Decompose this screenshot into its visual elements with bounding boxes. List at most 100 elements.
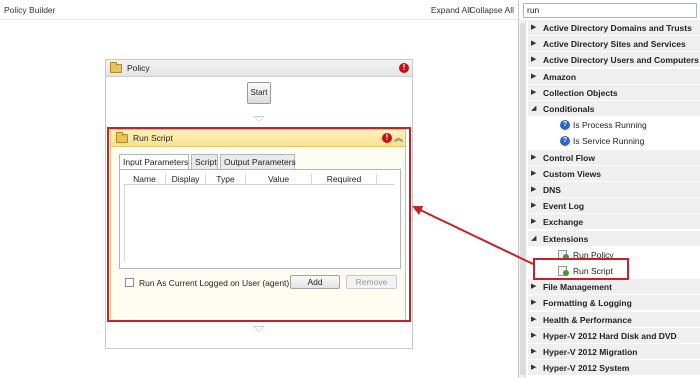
tree-item-label: Run Script [573,266,613,276]
tab-input-parameters[interactable]: Input Parameters [119,154,189,170]
collapse-chevron-icon[interactable]: ︽ [394,131,403,144]
policy-builder-toolbar: Policy Builder Expand All Collapse All [0,0,518,20]
tree-item-is-process-running[interactable]: ? Is Process Running [528,117,700,133]
collapsed-arrow-icon[interactable]: ▶ [531,360,536,376]
tree-item-label: Collection Objects [543,87,618,98]
policy-header[interactable]: Policy ! [106,60,412,77]
collapsed-arrow-icon[interactable]: ▶ [531,344,536,360]
folder-icon [110,62,122,73]
run-script-header[interactable]: Run Script ! ︽ [111,130,405,147]
column-header-type[interactable]: Type [206,174,246,185]
tree-category-collection-objects[interactable]: ▶ Collection Objects [528,84,700,101]
tree-category-amazon[interactable]: ▶ Amazon [528,68,700,85]
policy-builder-title: Policy Builder [4,5,56,15]
run-script-title: Run Script [133,133,173,143]
collapsed-arrow-icon[interactable]: ▶ [531,279,536,295]
tree-category-hyper-v-2012-hard-disk-and-dvd[interactable]: ▶ Hyper-V 2012 Hard Disk and DVD [528,327,700,344]
run-script-block[interactable]: Run Script ! ︽ Input Parameters Script O… [110,129,406,321]
collapsed-arrow-icon[interactable]: ▶ [531,295,536,311]
column-header-required[interactable]: Required [312,174,377,185]
connector-arrow-icon [253,116,265,122]
expanded-arrow-icon[interactable]: ◢ [531,231,536,247]
collapsed-arrow-icon[interactable]: ▶ [531,20,536,36]
tree-category-extensions[interactable]: ◢ Extensions [528,230,700,247]
tree-item-label: Health & Performance [543,314,632,325]
tree-item-label: Is Process Running [573,120,647,131]
expanded-arrow-icon[interactable]: ◢ [531,101,536,117]
remove-button[interactable]: Remove [346,275,397,289]
tree-item-label: Formatting & Logging [543,298,632,309]
run-as-user-label: Run As Current Logged on User (agent) [139,278,290,288]
collapsed-arrow-icon[interactable]: ▶ [531,36,536,52]
column-header-name[interactable]: Name [124,174,166,185]
collapsed-arrow-icon[interactable]: ▶ [531,85,536,101]
tree-category-active-directory-users-and-computers[interactable]: ▶ Active Directory Users and Computers [528,52,700,69]
tree-item-label: Custom Views [543,168,601,179]
error-icon: ! [399,63,409,73]
collapsed-arrow-icon[interactable]: ▶ [531,198,536,214]
tree-category-dns[interactable]: ▶ DNS [528,182,700,198]
column-header-display[interactable]: Display [166,174,206,185]
tree-item-label: Extensions [543,233,589,244]
collapsed-arrow-icon[interactable]: ▶ [531,214,536,230]
tree-category-hyper-v-2012-migration[interactable]: ▶ Hyper-V 2012 Migration [528,344,700,360]
folder-icon [116,132,128,143]
policy-container: Policy ! Start Run Script ! ︽ Input Para… [105,59,413,349]
tree-category-control-flow[interactable]: ▶ Control Flow [528,149,700,166]
column-header-value[interactable]: Value [246,174,312,185]
tree-category-hyper-v-2012-system[interactable]: ▶ Hyper-V 2012 System [528,360,700,377]
tree-item-label: Control Flow [543,152,595,163]
parameters-actions: Run As Current Logged on User (agent) Ad… [119,275,401,290]
vertical-scrollbar[interactable] [519,20,526,378]
tree-item-label: Is Service Running [573,136,645,147]
connector-arrow-icon [253,326,265,332]
script-icon [558,266,570,276]
collapse-all-link[interactable]: Collapse All [470,5,514,15]
parameters-table-body[interactable] [124,185,394,262]
collapsed-arrow-icon[interactable]: ▶ [531,312,536,328]
tree-item-label: Hyper-V 2012 System [543,363,630,374]
policy-builder-pane: Policy Builder Expand All Collapse All P… [0,0,518,378]
collapsed-arrow-icon[interactable]: ▶ [531,166,536,182]
collapsed-arrow-icon[interactable]: ▶ [531,69,536,85]
tree-category-active-directory-sites-and-services[interactable]: ▶ Active Directory Sites and Services [528,36,700,53]
info-icon: ? [560,120,570,131]
search-input[interactable]: run [523,3,697,18]
run-as-user-checkbox[interactable] [125,278,134,287]
tree-item-label: Exchange [543,217,584,228]
tree-category-active-directory-domains-and-trusts[interactable]: ▶ Active Directory Domains and Trusts [528,20,700,36]
tree-item-run-policy[interactable]: Run Policy [528,247,700,263]
tab-script[interactable]: Script [191,154,218,169]
tree-category-conditionals[interactable]: ◢ Conditionals [528,101,700,117]
tree-category-file-management[interactable]: ▶ File Management [528,279,700,296]
tree-category-formatting-logging[interactable]: ▶ Formatting & Logging [528,295,700,312]
tree-item-label: File Management [543,282,612,293]
add-button[interactable]: Add [290,275,340,289]
tree-item-label: Amazon [543,71,577,82]
tab-output-parameters[interactable]: Output Parameters [220,154,296,169]
tree-item-label: Event Log [543,201,585,212]
tree-item-label: Active Directory Sites and Services [543,39,686,50]
error-icon: ! [382,133,392,143]
expand-all-link[interactable]: Expand All [431,5,471,15]
scrollbar-thumb[interactable] [520,23,525,375]
start-button[interactable]: Start [247,82,271,104]
tree-item-is-service-running[interactable]: ? Is Service Running [528,133,700,149]
tree-category-exchange[interactable]: ▶ Exchange [528,214,700,231]
script-icon [558,249,570,260]
collapsed-arrow-icon[interactable]: ▶ [531,52,536,68]
tree-item-label: Run Policy [573,249,614,260]
collapsed-arrow-icon[interactable]: ▶ [531,328,536,344]
tree-category-health-performance[interactable]: ▶ Health & Performance [528,311,700,328]
collapsed-arrow-icon[interactable]: ▶ [531,182,536,198]
input-parameters-panel: Name Display Type Value Required [119,169,401,269]
tree-item-run-script[interactable]: Run Script [528,263,700,279]
collapsed-arrow-icon[interactable]: ▶ [531,150,536,166]
activity-toolbox-pane: run ▶ Active Directory Domains and Trusts… [518,0,700,378]
info-icon: ? [560,136,570,147]
tree-category-custom-views[interactable]: ▶ Custom Views [528,165,700,182]
policy-title: Policy [127,63,150,73]
tree-item-label: Active Directory Users and Computers [543,55,699,66]
tree-item-label: Conditionals [543,104,595,114]
tree-category-event-log[interactable]: ▶ Event Log [528,198,700,215]
